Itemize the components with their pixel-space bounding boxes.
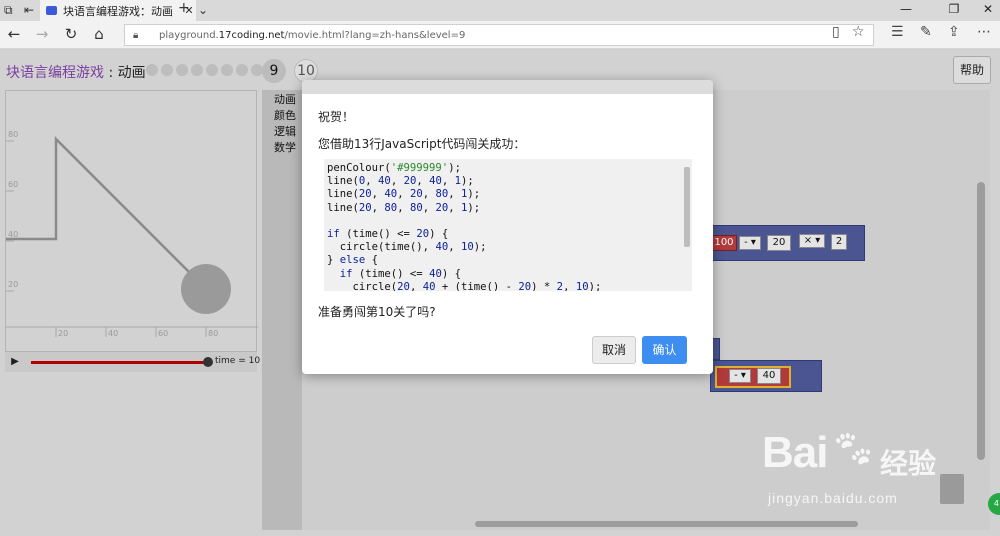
level-dot[interactable] [236, 64, 248, 76]
block-toolbox: 动画 颜色 逻辑 数学 [262, 90, 302, 530]
x-tick-60: 60 [158, 329, 168, 338]
toolbox-category-animation[interactable]: 动画 [262, 92, 302, 108]
toolbox-category-math[interactable]: 数学 [262, 140, 302, 156]
game-name[interactable]: 块语言编程游戏 [6, 65, 104, 81]
minimize-button[interactable]: — [896, 2, 916, 16]
time-slider-track[interactable] [31, 361, 207, 364]
web-note-icon[interactable]: ✎ [920, 24, 932, 40]
level-dot[interactable] [191, 64, 203, 76]
lock-icon: 🔒︎ [133, 29, 139, 41]
forward-icon[interactable]: → [32, 26, 52, 42]
x-tick-80: 80 [208, 329, 218, 338]
hub-icon[interactable]: ☰ [891, 24, 904, 40]
time-readout: time = 10 [215, 356, 261, 366]
more-icon[interactable]: ⋯ [977, 24, 991, 40]
level-dots [146, 64, 263, 76]
y-tick-20: 20 [8, 280, 18, 289]
maximize-button[interactable]: ❐ [944, 2, 964, 16]
level-dot[interactable] [206, 64, 218, 76]
help-button[interactable]: 帮助 [953, 56, 991, 84]
page-title: 块语言编程游戏 : 动画 [6, 62, 146, 82]
new-tab-button[interactable]: + [178, 1, 190, 15]
y-tick-80: 80 [8, 130, 18, 139]
current-level-badge[interactable]: 9 [262, 59, 286, 83]
y-tick-40: 40 [8, 230, 18, 239]
favorite-star-icon[interactable]: ☆ [852, 24, 865, 40]
confirm-button[interactable]: 确认 [642, 336, 687, 364]
x-axis: 20 40 60 80 [6, 326, 258, 338]
reading-view-icon[interactable]: ▯ [832, 24, 840, 40]
dialog-greeting: 祝贺！ [318, 110, 355, 124]
watermark-brand: Bai [762, 428, 828, 477]
watermark-url: jingyan.baidu.com [768, 490, 898, 506]
math-block[interactable]: - ▾ 40 [710, 360, 822, 392]
dialog-header [302, 80, 713, 94]
level-dot[interactable] [176, 64, 188, 76]
y-axis: 80 60 40 20 [6, 130, 18, 292]
url-prefix: playground. [159, 29, 219, 41]
paw-icon: 🐾︎ [830, 429, 876, 470]
y-tick-60: 60 [8, 180, 18, 189]
home-icon[interactable]: ⌂ [89, 26, 109, 42]
level-complete-dialog: 祝贺！ 您借助13行JavaScript代码闯关成功： penColour('#… [302, 80, 713, 374]
share-icon[interactable]: ⇪ [948, 24, 960, 40]
tab-menu-chevron-icon[interactable]: ⌄ [198, 3, 208, 17]
browser-tab-bar: ⧉ ⇤ 块语言编程游戏：动画 ✕ + ⌄ — ❐ ✕ [0, 0, 1000, 21]
playback-controls: ▶ time = 10 [5, 352, 261, 372]
dialog-message: 您借助13行JavaScript代码闯关成功： [318, 137, 526, 151]
workspace-vertical-scrollbar[interactable] [977, 182, 985, 460]
game-mode: 动画 [117, 65, 146, 81]
x-tick-40: 40 [108, 329, 118, 338]
block-number-slot[interactable]: 2 [831, 234, 847, 250]
level-dot[interactable] [161, 64, 173, 76]
drawn-path-line [6, 135, 207, 290]
code-text: penColour('#999999'); line(0, 40, 20, 40… [327, 162, 602, 291]
block-operator-dropdown[interactable]: - ▾ [739, 236, 761, 250]
animation-svg: 80 60 40 20 20 40 60 80 [6, 130, 258, 338]
tab-title: 块语言编程游戏：动画 [63, 4, 173, 18]
dialog-question: 准备勇闯第10关了吗? [318, 305, 436, 319]
set-aside-tabs-icon[interactable]: ⇤ [24, 3, 34, 17]
play-icon[interactable]: ▶ [8, 355, 22, 369]
block-operator-dropdown[interactable]: - ▾ [729, 369, 751, 383]
toolbox-category-logic[interactable]: 逻辑 [262, 124, 302, 140]
time-slider-knob[interactable] [203, 357, 213, 367]
workspace-horizontal-scrollbar[interactable] [475, 521, 858, 527]
level-dot[interactable] [221, 64, 233, 76]
animated-circle [181, 264, 231, 314]
tab-actions-icon[interactable]: ⧉ [4, 3, 13, 17]
browser-tab-active[interactable]: 块语言编程游戏：动画 ✕ [40, 0, 196, 21]
baidu-watermark: Bai du 🐾︎ 经验 jingyan.baidu.com [748, 428, 978, 518]
site-favicon-icon [46, 6, 57, 15]
code-listing[interactable]: penColour('#999999'); line(0, 40, 20, 40… [324, 159, 692, 291]
back-icon[interactable]: ← [4, 26, 24, 42]
block-operator-dropdown[interactable]: × ▾ [799, 234, 825, 248]
block-value-slot[interactable]: 100 [711, 235, 737, 251]
level-dot[interactable] [146, 64, 158, 76]
code-scrollbar[interactable] [684, 167, 690, 247]
block-number-slot[interactable]: 40 [757, 368, 781, 384]
refresh-icon[interactable]: ↻ [61, 26, 81, 42]
close-window-button[interactable]: ✕ [978, 2, 998, 16]
block-number-slot[interactable]: 20 [767, 235, 791, 251]
url-domain: 17coding.net [218, 29, 285, 41]
animation-canvas: 80 60 40 20 20 40 60 80 [5, 90, 258, 352]
x-tick-20: 20 [58, 329, 68, 338]
watermark-brand-cn: 经验 [880, 447, 937, 480]
address-bar[interactable]: 🔒︎ playground. 17coding.net/movie.html?la… [124, 24, 874, 46]
title-separator: : [104, 65, 118, 81]
url-path: /movie.html?lang=zh-hans&level=9 [284, 29, 466, 41]
math-block[interactable]: 100 - ▾ 20 × ▾ 2 [690, 225, 865, 261]
toolbox-category-colour[interactable]: 颜色 [262, 108, 302, 124]
browser-nav-bar: ← → ↻ ⌂ 🔒︎ playground. 17coding.net/movie… [0, 21, 1000, 49]
cancel-button[interactable]: 取消 [592, 336, 636, 364]
